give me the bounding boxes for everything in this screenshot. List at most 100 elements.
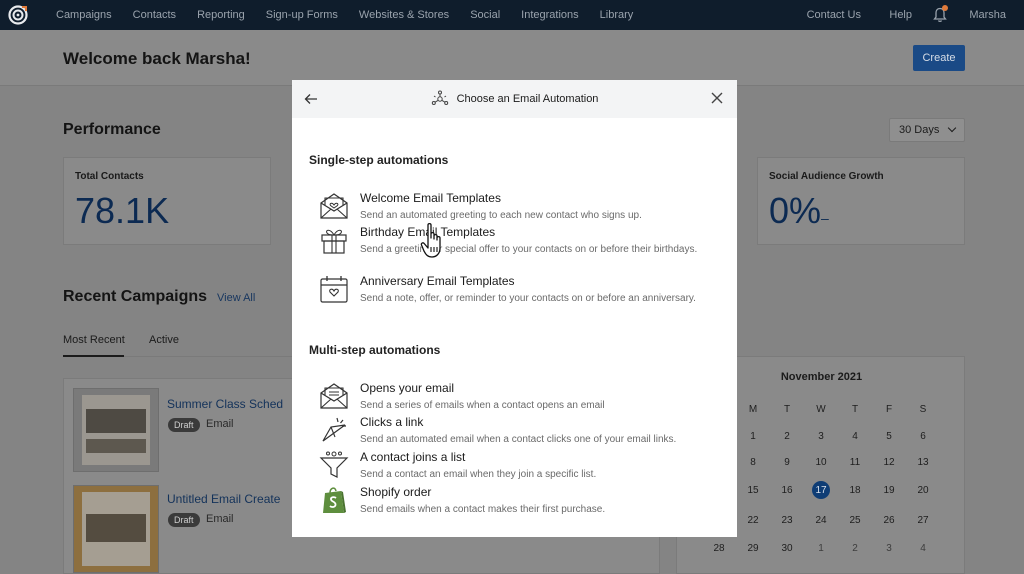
total-contacts-label: Total Contacts: [75, 171, 144, 182]
calendar-day[interactable]: 10: [811, 457, 831, 468]
automation-desc: Send emails when a contact makes their f…: [360, 504, 606, 515]
automation-joins-list[interactable]: A contact joins a list Send a contact an…: [319, 450, 719, 482]
weekday-label: F: [885, 404, 893, 415]
calendar-day[interactable]: 20: [913, 485, 933, 496]
thumbnail-photo: [86, 514, 146, 542]
user-menu[interactable]: Marsha: [969, 9, 1006, 21]
total-contacts-card[interactable]: Total Contacts 78.1K: [63, 157, 271, 245]
calendar-day[interactable]: 8: [743, 457, 763, 468]
active-tab-indicator: [63, 355, 124, 357]
envelope-open-icon: [320, 383, 348, 409]
calendar-day[interactable]: 28: [709, 543, 729, 554]
automation-clicks-link[interactable]: Clicks a link Send an automated email wh…: [319, 415, 719, 447]
calendar-day[interactable]: 24: [811, 515, 831, 526]
calendar-day[interactable]: 18: [845, 485, 865, 496]
automation-birthday[interactable]: Birthday Email Templates Send a greeting…: [319, 225, 719, 271]
nav-social[interactable]: Social: [470, 9, 500, 21]
nav-campaigns[interactable]: Campaigns: [56, 9, 112, 21]
page-title: Welcome back Marsha!: [63, 49, 251, 68]
calendar-day[interactable]: 3: [879, 543, 899, 554]
calendar-day[interactable]: 3: [811, 431, 831, 442]
shopify-icon: [323, 487, 346, 513]
weekday-label: M: [748, 404, 758, 415]
date-range-select[interactable]: 30 Days: [889, 118, 965, 142]
modal-header: Choose an Email Automation: [292, 80, 737, 118]
weekday-label: W: [816, 404, 826, 415]
performance-title: Performance: [63, 121, 161, 138]
calendar-day[interactable]: 30: [777, 543, 797, 554]
calendar-day[interactable]: 16: [777, 485, 797, 496]
top-nav: Campaigns Contacts Reporting Sign-up For…: [0, 0, 1024, 30]
single-step-heading: Single-step automations: [309, 153, 449, 167]
automation-title: Clicks a link: [360, 415, 424, 429]
funnel-icon: [319, 451, 349, 478]
campaign-thumbnail[interactable]: [73, 485, 159, 573]
automation-shopify-order[interactable]: Shopify order Send emails when a contact…: [319, 485, 719, 517]
nav-contact-us[interactable]: Contact Us: [807, 9, 861, 21]
campaign-thumbnail[interactable]: [73, 388, 159, 472]
calendar-day[interactable]: 2: [777, 431, 797, 442]
tab-most-recent[interactable]: Most Recent: [63, 334, 125, 346]
campaign-name[interactable]: Untitled Email Create: [167, 492, 280, 506]
calendar-day[interactable]: 11: [845, 457, 865, 468]
automation-title: Anniversary Email Templates: [360, 274, 515, 288]
calendar-day[interactable]: 12: [879, 457, 899, 468]
view-all-link[interactable]: View All: [217, 292, 255, 304]
weekday-label: T: [851, 404, 859, 415]
automation-welcome[interactable]: Welcome Email Templates Send an automate…: [319, 191, 719, 223]
social-growth-number: 0%: [769, 190, 822, 231]
close-icon[interactable]: [711, 92, 723, 104]
date-range-value: 30 Days: [899, 124, 940, 136]
automation-desc: Send a contact an email when they join a…: [360, 469, 597, 480]
nav-reporting[interactable]: Reporting: [197, 9, 245, 21]
automation-desc: Send a series of emails when a contact o…: [360, 400, 605, 411]
nav-websites-stores[interactable]: Websites & Stores: [359, 9, 449, 21]
calendar-day[interactable]: 25: [845, 515, 865, 526]
calendar-day[interactable]: 23: [777, 515, 797, 526]
calendar-day[interactable]: 4: [845, 431, 865, 442]
calendar-day[interactable]: 22: [743, 515, 763, 526]
thumbnail-photo: [86, 409, 146, 433]
nav-contacts[interactable]: Contacts: [133, 9, 176, 21]
automation-title: A contact joins a list: [360, 450, 466, 464]
nav-signup-forms[interactable]: Sign-up Forms: [266, 9, 338, 21]
calendar-day[interactable]: 2: [845, 543, 865, 554]
nav-help[interactable]: Help: [889, 9, 912, 21]
status-badge: Draft: [168, 513, 200, 527]
calendar-day[interactable]: 26: [879, 515, 899, 526]
calendar-today[interactable]: 17: [812, 481, 830, 499]
calendar-day[interactable]: 9: [777, 457, 797, 468]
tab-active[interactable]: Active: [149, 334, 179, 346]
calendar-day[interactable]: 29: [743, 543, 763, 554]
calendar-day[interactable]: 5: [879, 431, 899, 442]
social-growth-card[interactable]: Social Audience Growth 0%–: [757, 157, 965, 245]
total-contacts-value: 78.1K: [75, 190, 170, 231]
automation-desc: Send a note, offer, or reminder to your …: [360, 293, 696, 304]
constant-contact-logo-icon[interactable]: [0, 0, 36, 30]
automation-desc: Send a greeting or special offer to your…: [360, 244, 698, 255]
automation-opens-email[interactable]: Opens your email Send a series of emails…: [319, 381, 719, 413]
social-growth-label: Social Audience Growth: [769, 171, 884, 182]
modal-title: Choose an Email Automation: [456, 93, 599, 105]
multi-step-heading: Multi-step automations: [309, 343, 441, 357]
calendar-day[interactable]: 4: [913, 543, 933, 554]
nav-library[interactable]: Library: [600, 9, 634, 21]
thumbnail-preview: [82, 395, 150, 465]
social-growth-value: 0%–: [769, 190, 829, 232]
calendar-day[interactable]: 27: [913, 515, 933, 526]
calendar-day[interactable]: 1: [811, 543, 831, 554]
calendar-day[interactable]: 19: [879, 485, 899, 496]
automation-desc: Send an automated email when a contact c…: [360, 434, 677, 445]
automation-anniversary[interactable]: Anniversary Email Templates Send a note,…: [319, 274, 719, 320]
create-button[interactable]: Create: [913, 45, 965, 71]
nav-integrations[interactable]: Integrations: [521, 9, 578, 21]
calendar-day[interactable]: 6: [913, 431, 933, 442]
calendar-day[interactable]: 1: [743, 431, 763, 442]
calendar-day[interactable]: 13: [913, 457, 933, 468]
calendar-day[interactable]: 15: [743, 485, 763, 496]
campaign-name[interactable]: Summer Class Sched: [167, 397, 283, 411]
automation-title: Welcome Email Templates: [360, 191, 501, 205]
thumbnail-photo: [86, 439, 146, 453]
weekday-label: S: [919, 404, 927, 415]
weekday-label: T: [783, 404, 791, 415]
